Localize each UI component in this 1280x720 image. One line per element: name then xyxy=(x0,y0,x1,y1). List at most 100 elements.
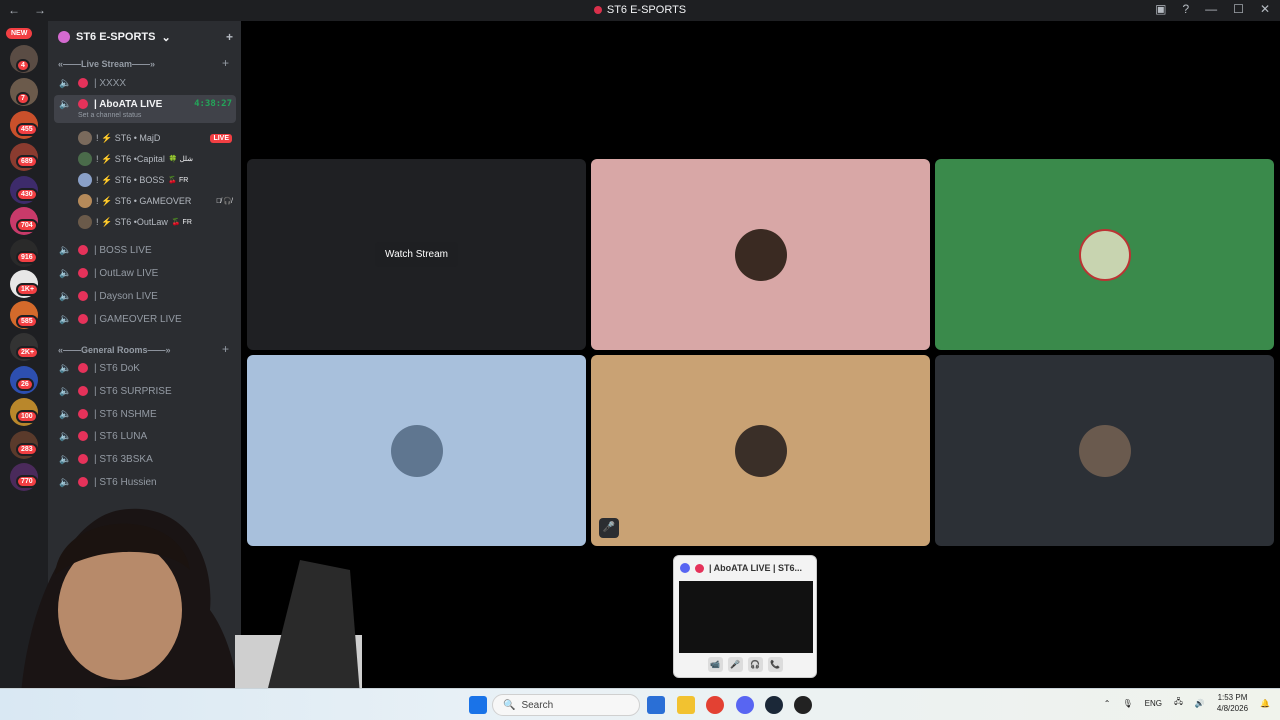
speaker-icon: 🔈 xyxy=(59,290,72,302)
voice-channel[interactable]: 🔈 | OutLaw LIVE xyxy=(54,263,236,283)
store-icon[interactable] xyxy=(647,696,665,714)
discord-icon xyxy=(680,563,690,573)
server-icon xyxy=(593,6,602,15)
network-icon[interactable]: 🖧 xyxy=(1174,696,1183,710)
red-dot-icon xyxy=(78,431,88,441)
voice-channel[interactable]: 🔈 | ST6 3BSKA xyxy=(54,449,236,469)
avatar xyxy=(1078,424,1131,477)
speaker-icon: 🔈 xyxy=(59,244,72,256)
red-dot-icon xyxy=(78,409,88,419)
start-icon[interactable] xyxy=(469,696,487,714)
unread-badge: 455 xyxy=(16,123,38,136)
language-indicator[interactable]: ENG xyxy=(1145,699,1162,708)
window-title-text: ST6 E-SPORTS xyxy=(606,4,687,16)
chevron-up-icon[interactable]: ⌃ xyxy=(1104,699,1111,708)
avatar xyxy=(390,424,443,477)
red-dot-icon xyxy=(78,268,88,278)
voice-channel[interactable]: 🔈 | GAMEOVER LIVE xyxy=(54,309,236,329)
microphone-icon[interactable]: 🎙 xyxy=(1123,699,1133,708)
participant-tile[interactable] xyxy=(935,355,1274,546)
avatar xyxy=(1078,228,1131,281)
speaker-icon: 🔈 xyxy=(59,430,72,442)
red-dot-icon xyxy=(78,99,88,109)
voice-user[interactable]: ! ⚡ ST6 •Capital 🍀 شلل xyxy=(78,150,236,168)
voice-user[interactable]: ! ⚡ ST6 • MajD LIVE xyxy=(78,129,236,147)
speaker-icon: 🔈 xyxy=(59,362,72,374)
camera-icon[interactable]: 📹 xyxy=(707,657,723,672)
server-name: ST6 E-SPORTS xyxy=(76,31,156,43)
pip-window[interactable]: | AboATA LIVE | ST6... 📹 🎤 🎧 📞 xyxy=(673,555,817,678)
create-channel-icon[interactable]: + xyxy=(222,342,229,356)
avatar xyxy=(734,424,787,477)
unread-badge: 430 xyxy=(16,188,38,201)
steam-icon[interactable] xyxy=(765,696,783,714)
search-placeholder: Search xyxy=(521,699,554,711)
pip-header: | AboATA LIVE | ST6... xyxy=(674,556,816,580)
speaker-icon: 🔈 xyxy=(59,453,72,465)
red-dot-icon xyxy=(695,563,704,573)
channel-status[interactable]: Set a channel status xyxy=(78,112,141,119)
user-name: ! ⚡ ST6 • MajD xyxy=(96,132,161,143)
user-name: ! ⚡ ST6 • GAMEOVER xyxy=(96,195,192,206)
channel-name: | ST6 Hussien xyxy=(94,476,157,488)
avatar xyxy=(78,152,92,166)
channel-name: | AboATA LIVE xyxy=(94,99,163,110)
window-controls: ▣ ? — ☐ ✕ xyxy=(1155,2,1270,16)
voice-channel[interactable]: 🔈 | Dayson LIVE xyxy=(54,286,236,306)
unread-badge: 100 xyxy=(16,410,38,423)
channel-name: | ST6 DoK xyxy=(94,362,140,374)
voice-channel[interactable]: 🔈 | ST6 LUNA xyxy=(54,426,236,446)
voice-user[interactable]: ! ⚡ ST6 • GAMEOVER 🎙̸ 🎧̸ xyxy=(78,192,236,210)
minimize-button[interactable]: — xyxy=(1205,2,1217,16)
category-general-rooms[interactable]: «——General Rooms——» xyxy=(58,345,171,355)
search-icon: 🔍 xyxy=(503,699,516,711)
voice-user[interactable]: ! ⚡ ST6 • BOSS 🍒 FR xyxy=(78,171,236,189)
voice-channel[interactable]: 🔈 | XXXX xyxy=(54,73,236,93)
window-titlebar: ← → ST6 E-SPORTS ▣ ? — ☐ ✕ xyxy=(0,0,1280,21)
stream-tile[interactable]: Watch Stream xyxy=(247,159,586,350)
red-dot-icon xyxy=(78,363,88,373)
voice-channel[interactable]: 🔈 | BOSS LIVE xyxy=(54,240,236,260)
speaker-icon: 🔈 xyxy=(59,77,72,89)
watch-stream-button[interactable]: Watch Stream xyxy=(375,242,458,267)
clock[interactable]: 1:53 PM 4/8/2026 xyxy=(1217,692,1248,714)
voice-channel[interactable]: 🔈 | ST6 NSHME xyxy=(54,404,236,424)
call-timer: 4:38:27 xyxy=(194,99,232,109)
file-explorer-icon[interactable] xyxy=(677,696,695,714)
channel-name: | ST6 NSHME xyxy=(94,408,157,420)
server-header[interactable]: ST6 E-SPORTS ⌄ + xyxy=(48,21,241,53)
help-icon[interactable]: ? xyxy=(1182,2,1189,16)
headphones-icon[interactable]: 🎧 xyxy=(747,657,763,672)
voice-channel[interactable]: 🔈 | ST6 SURPRISE xyxy=(54,381,236,401)
volume-icon[interactable]: 🔊 xyxy=(1195,699,1205,708)
speaker-icon: 🔈 xyxy=(59,99,72,110)
voice-channel[interactable]: 🔈 | ST6 Hussien xyxy=(54,472,236,492)
inbox-icon[interactable]: ▣ xyxy=(1155,2,1166,16)
notification-icon[interactable]: 🔔 xyxy=(1260,699,1270,708)
create-channel-icon[interactable]: + xyxy=(222,56,229,70)
category-live-stream[interactable]: «——Live Stream——» xyxy=(58,59,155,69)
user-name: ! ⚡ ST6 •OutLaw xyxy=(96,216,168,227)
channel-name: | Dayson LIVE xyxy=(94,290,158,302)
user-name: ! ⚡ ST6 • BOSS xyxy=(96,174,165,185)
voice-user[interactable]: ! ⚡ ST6 •OutLaw 🍒 FR xyxy=(78,213,236,231)
unread-badge: 26 xyxy=(16,378,34,391)
participant-tile[interactable] xyxy=(935,159,1274,350)
chrome-icon[interactable] xyxy=(706,696,724,714)
microphone-icon[interactable]: 🎤 xyxy=(727,657,743,672)
pip-thumbnail[interactable] xyxy=(679,581,813,653)
invite-icon[interactable]: + xyxy=(226,30,233,44)
channel-name: | XXXX xyxy=(94,77,127,89)
participant-tile[interactable] xyxy=(591,159,930,350)
voice-channel[interactable]: 🔈 | ST6 DoK xyxy=(54,358,236,378)
unread-badge: 4 xyxy=(16,59,30,72)
maximize-button[interactable]: ☐ xyxy=(1233,2,1244,16)
discord-icon[interactable] xyxy=(736,696,754,714)
close-button[interactable]: ✕ xyxy=(1260,2,1270,16)
app-icon[interactable] xyxy=(794,696,812,714)
participant-tile[interactable]: 🎤 xyxy=(591,355,930,546)
voice-channel-active[interactable]: 🔈 | AboATA LIVE 4:38:27 Set a channel sta… xyxy=(54,95,236,123)
taskbar-search[interactable]: 🔍 Search xyxy=(492,694,640,716)
server-badge-icon xyxy=(58,31,70,43)
disconnect-icon[interactable]: 📞 xyxy=(767,657,783,672)
